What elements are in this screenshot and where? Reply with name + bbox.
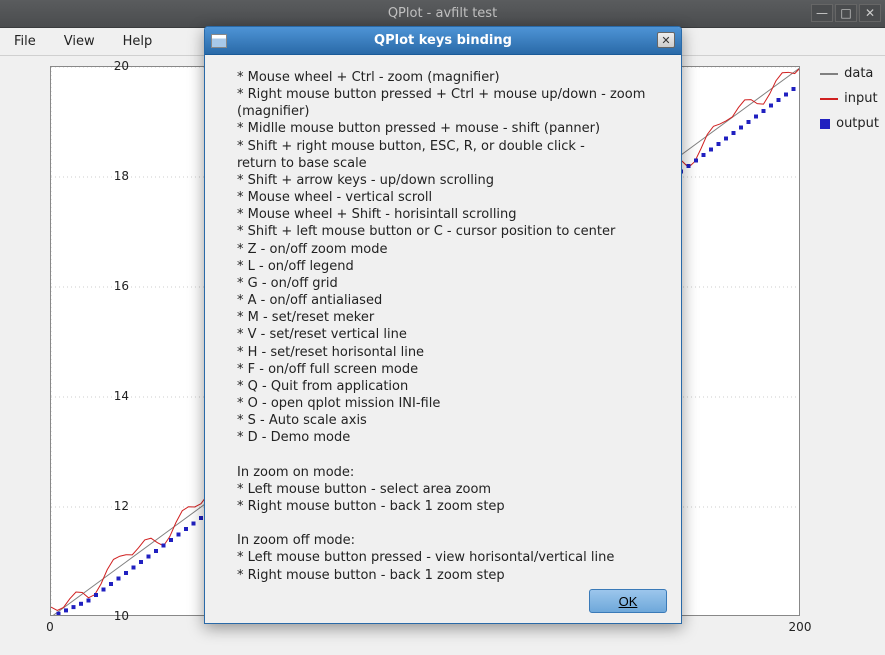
window-controls: — □ ✕ — [811, 4, 881, 22]
menu-help[interactable]: Help — [119, 31, 157, 52]
help-line: * Right mouse button - back 1 zoom step — [237, 567, 667, 583]
help-line: * Left mouse button - select area zoom — [237, 481, 667, 498]
legend-swatch-data — [820, 73, 838, 75]
y-tick-label: 16 — [89, 279, 129, 293]
help-line: * G - on/off grid — [237, 275, 667, 292]
legend-label-output: output — [836, 116, 879, 131]
legend-swatch-input — [820, 98, 838, 100]
legend-label-data: data — [844, 66, 873, 81]
y-tick-label: 18 — [89, 169, 129, 183]
help-line: * Mouse wheel - vertical scroll — [237, 189, 667, 206]
help-line: * M - set/reset meker — [237, 309, 667, 326]
legend-item-data: data — [820, 66, 879, 81]
help-line: In zoom on mode: — [237, 464, 667, 481]
help-line: * Left mouse button pressed - view horis… — [237, 549, 667, 566]
help-line: * D - Demo mode — [237, 429, 667, 446]
close-button[interactable]: ✕ — [859, 4, 881, 22]
dialog-footer: OK — [589, 589, 667, 613]
help-line: * F - on/off full screen mode — [237, 361, 667, 378]
y-tick-label: 10 — [89, 609, 129, 623]
legend-label-input: input — [844, 91, 877, 106]
help-line: * V - set/reset vertical line — [237, 326, 667, 343]
dialog-close-button[interactable]: ✕ — [657, 32, 675, 48]
help-line — [237, 446, 667, 463]
y-tick-label: 12 — [89, 499, 129, 513]
help-line: * Midlle mouse button pressed + mouse - … — [237, 120, 667, 137]
help-line: * Mouse wheel + Ctrl - zoom (magnifier) — [237, 69, 667, 86]
help-line: * Shift + left mouse button or C - curso… — [237, 223, 667, 240]
window-title: QPlot - avfilt test — [388, 6, 497, 21]
help-line: * A - on/off antialiased — [237, 292, 667, 309]
help-line: * Z - on/off zoom mode — [237, 241, 667, 258]
main-titlebar: QPlot - avfilt test — □ ✕ — [0, 0, 885, 28]
dialog-title: QPlot keys binding — [374, 33, 512, 48]
help-line: * O - open qplot mission INI-file — [237, 395, 667, 412]
maximize-button[interactable]: □ — [835, 4, 857, 22]
y-tick-label: 14 — [89, 389, 129, 403]
help-line: return to base scale — [237, 155, 667, 172]
legend-item-input: input — [820, 91, 879, 106]
legend: data input output — [820, 66, 879, 141]
help-line: * Shift + right mouse button, ESC, R, or… — [237, 138, 667, 155]
menu-file[interactable]: File — [10, 31, 40, 52]
minimize-button[interactable]: — — [811, 4, 833, 22]
ok-button[interactable]: OK — [589, 589, 667, 613]
help-line: * Mouse wheel + Shift - horisintall scro… — [237, 206, 667, 223]
x-tick-label: 0 — [46, 620, 54, 634]
dialog-titlebar[interactable]: QPlot keys binding ✕ — [205, 27, 681, 55]
help-line: In zoom off mode: — [237, 532, 667, 549]
help-line: * S - Auto scale axis — [237, 412, 667, 429]
dialog-body: * Mouse wheel + Ctrl - zoom (magnifier)*… — [205, 55, 681, 583]
x-tick-label: 200 — [789, 620, 812, 634]
help-line — [237, 515, 667, 532]
help-line: * Shift + arrow keys - up/down scrolling — [237, 172, 667, 189]
y-tick-label: 20 — [89, 59, 129, 73]
legend-swatch-output — [820, 119, 830, 129]
help-line: * Right mouse button - back 1 zoom step — [237, 498, 667, 515]
keys-binding-dialog: QPlot keys binding ✕ * Mouse wheel + Ctr… — [204, 26, 682, 624]
help-line: * Right mouse button pressed + Ctrl + mo… — [237, 86, 667, 120]
legend-item-output: output — [820, 116, 879, 131]
help-line: * H - set/reset horisontal line — [237, 344, 667, 361]
menu-view[interactable]: View — [60, 31, 99, 52]
dialog-window-icon — [211, 34, 227, 48]
help-line: * L - on/off legend — [237, 258, 667, 275]
help-line: * Q - Quit from application — [237, 378, 667, 395]
